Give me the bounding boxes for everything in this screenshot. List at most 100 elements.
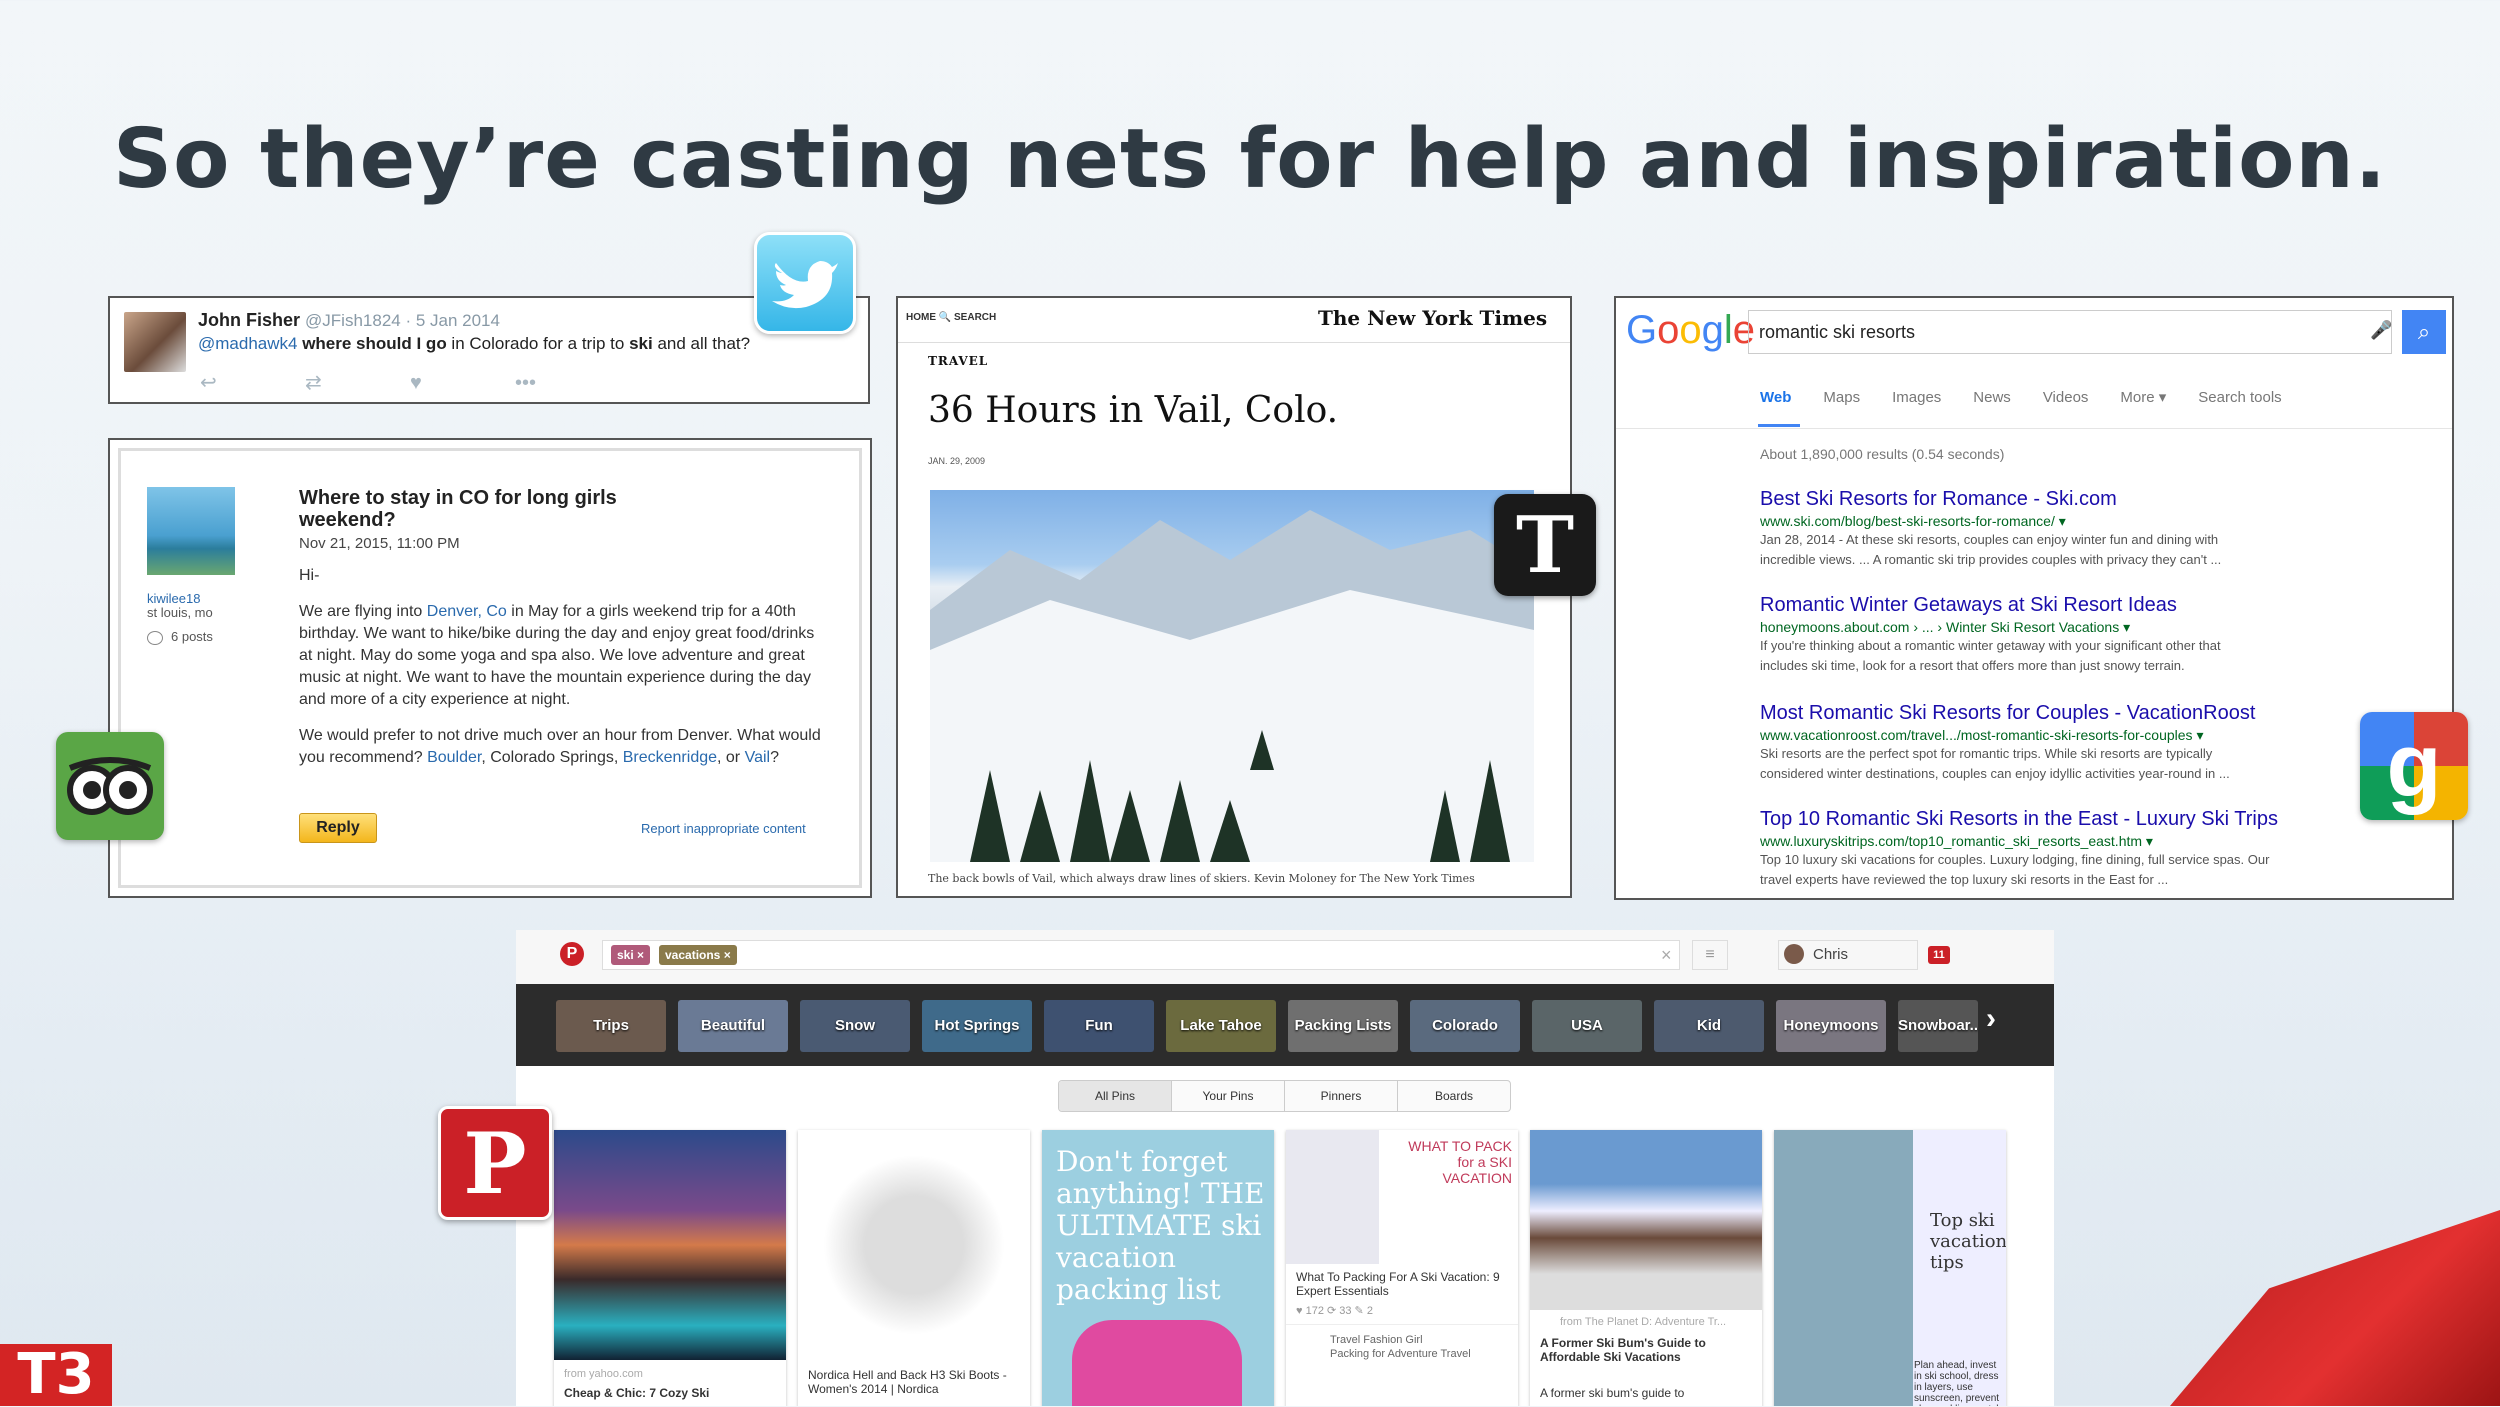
result-snippet: includes ski time, look for a resort tha… — [1760, 658, 2185, 673]
tab-web[interactable]: Web — [1760, 389, 1791, 406]
result-url[interactable]: honeymoons.about.com › ... › Winter Ski … — [1760, 619, 2320, 636]
link-vail[interactable]: Vail — [745, 749, 771, 766]
pin-caption: Don't forget anything! THE ULTIMATE ski … — [1056, 1145, 1265, 1306]
result-title[interactable]: Most Romantic Ski Resorts for Couples - … — [1760, 702, 2320, 725]
pin-source: Top ski vacation tips — [1930, 1210, 2006, 1273]
category-tile[interactable]: Fun — [1044, 1000, 1154, 1052]
reply-button[interactable]: Reply — [299, 813, 377, 843]
forum-username[interactable]: kiwilee18 — [147, 591, 200, 606]
search-tabs: Web Maps Images News Videos More ▾ Search tool… — [1760, 388, 2314, 406]
pin-card[interactable]: from The Planet D: Adventure Tr... A For… — [1530, 1130, 1762, 1406]
tab-images[interactable]: Images — [1892, 389, 1941, 406]
link-breckenridge[interactable]: Breckenridge — [623, 749, 717, 766]
owl-eyes-icon — [67, 757, 153, 815]
result-snippet: Jan 28, 2014 - At these ski resorts, cou… — [1760, 532, 2219, 547]
tweet-author[interactable]: John Fisher @JFish1824 · 5 Jan 2014 — [198, 310, 500, 331]
result-url[interactable]: www.luxuryskitrips.com/top10_romantic_sk… — [1760, 833, 2320, 850]
pinner-name[interactable]: Travel Fashion Girl — [1330, 1334, 1423, 1346]
tab-news[interactable]: News — [1973, 389, 2011, 406]
microphone-icon[interactable]: 🎤 — [2370, 320, 2392, 341]
nyt-date: JAN. 29, 2009 — [928, 456, 986, 466]
twitter-logo-icon — [754, 232, 856, 334]
search-tag[interactable]: ski × — [611, 945, 651, 965]
nyt-nav[interactable]: HOME 🔍 SEARCH — [906, 312, 996, 323]
tweet-handle-date: @JFish1824 · 5 Jan 2014 — [305, 311, 500, 330]
nyt-headline: 36 Hours in Vail, Colo. — [928, 390, 1339, 431]
category-tile[interactable]: Trips — [556, 1000, 666, 1052]
report-link[interactable]: Report inappropriate content — [641, 821, 806, 836]
category-tile[interactable]: Kid — [1654, 1000, 1764, 1052]
nyt-caption: The back bowls of Vail, which always dra… — [928, 872, 1475, 885]
board-name[interactable]: Packing for Adventure Travel — [1330, 1348, 1471, 1360]
avatar — [124, 312, 186, 372]
nyt-article: HOME 🔍 SEARCH The New York Times TRAVEL … — [896, 296, 1572, 898]
result-url[interactable]: www.vacationroost.com/travel.../most-rom… — [1760, 727, 2320, 744]
tab-videos[interactable]: Videos — [2043, 389, 2089, 406]
category-bar: Trips Beautiful Snow Hot Springs Fun Lak… — [516, 984, 2054, 1066]
pin-caption: Nordica Hell and Back H3 Ski Boots - Wom… — [808, 1368, 1007, 1396]
pinterest-search: P ski × vacations × × ≡ Chris 11 Trips B… — [516, 930, 2054, 1406]
pin-image — [554, 1130, 786, 1360]
favorite-icon[interactable]: ♥ — [410, 372, 515, 395]
category-tile[interactable]: Lake Tahoe — [1166, 1000, 1276, 1052]
pin-card[interactable]: Nordica Hell and Back H3 Ski Boots - Wom… — [798, 1130, 1030, 1406]
search-button[interactable]: ⌕ — [2402, 310, 2446, 354]
chevron-right-icon[interactable]: › — [1986, 1002, 1996, 1036]
forum-post-title: Where to stay in CO for long girls weeke… — [299, 487, 617, 531]
menu-icon[interactable]: ≡ — [1692, 940, 1728, 970]
pin-source: from The Planet D: Adventure Tr... — [1560, 1316, 1727, 1328]
tab-your-pins[interactable]: Your Pins — [1172, 1081, 1285, 1111]
category-tile[interactable]: Snowboar... — [1898, 1000, 1978, 1052]
nyt-section[interactable]: TRAVEL — [928, 354, 988, 368]
tweet-mention[interactable]: @madhawk4 — [198, 334, 297, 353]
result-title[interactable]: Top 10 Romantic Ski Resorts in the East … — [1760, 808, 2320, 831]
pin-card[interactable]: from yahoo.com Cheap & Chic: 7 Cozy Ski — [554, 1130, 786, 1406]
category-tile[interactable]: Beautiful — [678, 1000, 788, 1052]
tab-boards[interactable]: Boards — [1398, 1081, 1510, 1111]
pin-card[interactable]: WHAT TO PACK for a SKI VACATION What To … — [1286, 1130, 1518, 1406]
google-logo-icon: g — [2360, 712, 2468, 820]
category-tile[interactable]: Packing Lists — [1288, 1000, 1398, 1052]
user-photo — [147, 487, 235, 575]
google-logo[interactable]: Google — [1626, 308, 1755, 353]
vail-mountain-photo — [930, 490, 1534, 862]
result-url[interactable]: www.ski.com/blog/best-ski-resorts-for-ro… — [1760, 513, 2320, 530]
category-tile[interactable]: Honeymoons — [1776, 1000, 1886, 1052]
tab-more[interactable]: More ▾ — [2120, 389, 2166, 406]
more-icon[interactable]: ••• — [515, 372, 620, 395]
link-denver[interactable]: Denver, Co — [427, 603, 507, 620]
link-boulder[interactable]: Boulder — [427, 749, 481, 766]
category-tile[interactable]: Hot Springs — [922, 1000, 1032, 1052]
avatar — [1784, 944, 1804, 964]
category-tile[interactable]: Snow — [800, 1000, 910, 1052]
retweet-icon[interactable]: ⇄ — [305, 370, 410, 395]
forum-user-location: st louis, mo — [147, 605, 213, 620]
pinterest-logo-icon[interactable]: P — [560, 942, 584, 966]
search-result: Romantic Winter Getaways at Ski Resort I… — [1760, 594, 2320, 676]
reply-icon[interactable]: ↩ — [200, 370, 305, 395]
active-tab-indicator — [1758, 424, 1800, 427]
category-tile[interactable]: Colorado — [1410, 1000, 1520, 1052]
search-tag[interactable]: vacations × — [659, 945, 737, 965]
pin-card[interactable]: Don't forget anything! THE ULTIMATE ski … — [1042, 1130, 1274, 1406]
result-title[interactable]: Best Ski Resorts for Romance - Ski.com — [1760, 488, 2320, 511]
pin-filter-tabs: All Pins Your Pins Pinners Boards — [1058, 1080, 1511, 1112]
search-input[interactable]: romantic ski resorts — [1748, 310, 2392, 354]
tab-search-tools[interactable]: Search tools — [2198, 389, 2281, 406]
pin-image — [798, 1130, 1030, 1360]
tab-pinners[interactable]: Pinners — [1285, 1081, 1398, 1111]
search-input[interactable]: ski × vacations × × — [602, 940, 1680, 970]
category-tile[interactable]: USA — [1532, 1000, 1642, 1052]
tripadvisor-logo-icon — [56, 732, 164, 840]
result-title[interactable]: Romantic Winter Getaways at Ski Resort I… — [1760, 594, 2320, 617]
tab-maps[interactable]: Maps — [1823, 389, 1860, 406]
pin-card[interactable]: Top ski vacation tips Plan ahead, invest… — [1774, 1130, 2006, 1406]
pin-image — [1072, 1320, 1242, 1406]
search-icon: ⌕ — [2417, 319, 2431, 344]
divider — [1286, 1324, 1518, 1325]
tab-all-pins[interactable]: All Pins — [1059, 1081, 1172, 1111]
t3-3d-logo — [2170, 1210, 2500, 1406]
nyt-logo[interactable]: The New York Times — [1318, 306, 1547, 330]
clear-icon[interactable]: × — [1661, 945, 1672, 966]
notification-badge[interactable]: 11 — [1928, 946, 1950, 964]
